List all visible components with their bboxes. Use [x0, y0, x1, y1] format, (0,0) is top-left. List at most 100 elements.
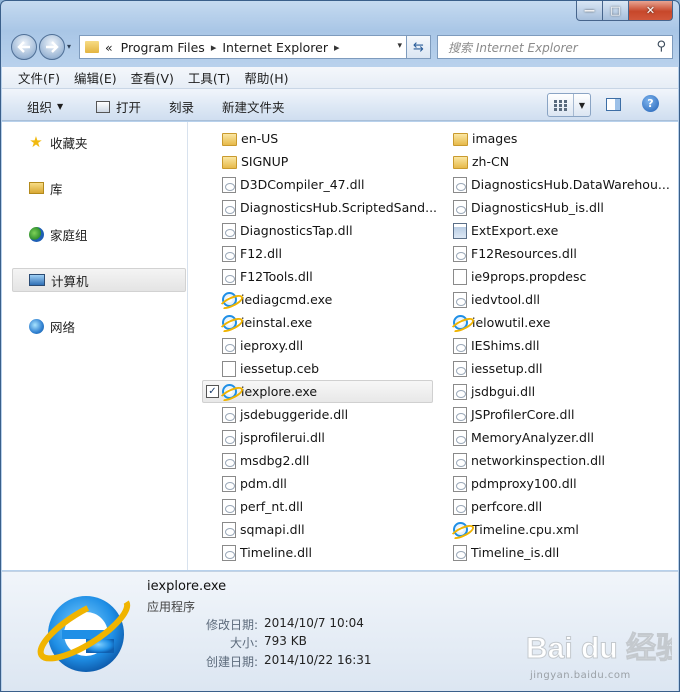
breadcrumb-internet-explorer[interactable]: Internet Explorer [222, 40, 328, 55]
file-item[interactable]: SIGNUP [222, 150, 430, 173]
file-item[interactable]: en-US [222, 127, 430, 150]
file-item[interactable]: DiagnosticsTap.dll [222, 219, 430, 242]
file-item[interactable]: DiagnosticsHub.ScriptedSand... [222, 196, 437, 219]
file-item[interactable]: iessetup.ceb [222, 357, 430, 380]
file-item[interactable]: F12Tools.dll [222, 265, 430, 288]
exe-file-icon [453, 222, 467, 239]
file-item[interactable]: iedvtool.dll [453, 288, 661, 311]
file-item[interactable]: Timeline.cpu.xml [453, 518, 661, 541]
refresh-button[interactable]: ⇆ [407, 35, 431, 59]
file-item[interactable]: F12.dll [222, 242, 430, 265]
selection-checkbox[interactable]: ✓ [206, 385, 219, 398]
file-item[interactable]: ieinstal.exe [222, 311, 430, 334]
detail-modified: 修改日期: 2014/10/7 10:04 [202, 616, 364, 633]
file-item[interactable]: perf_nt.dll [222, 495, 430, 518]
file-list: en-US SIGNUP D3DCompiler_47.dll Diagnostics… [189, 122, 678, 570]
file-item[interactable]: DiagnosticsHub.DataWarehou... [453, 173, 670, 196]
refresh-icon: ⇆ [413, 39, 424, 55]
sidebar-item-homegroup[interactable]: 家庭组 [12, 222, 186, 246]
new-folder-button[interactable]: 新建文件夹 [222, 97, 285, 116]
search-placeholder: 搜索 Internet Explorer [448, 40, 578, 55]
menu-file[interactable]: 文件(F) [18, 68, 60, 87]
selected-file-name: iexplore.exe [147, 579, 227, 594]
network-icon [28, 318, 44, 334]
help-icon[interactable]: ? [642, 95, 659, 112]
file-item[interactable]: pdm.dll [222, 472, 430, 495]
file-name: perfcore.dll [471, 499, 543, 514]
caption-buttons: — □ ✕ [576, 1, 673, 21]
menu-view[interactable]: 查看(V) [131, 68, 174, 87]
file-item[interactable]: D3DCompiler_47.dll [222, 173, 430, 196]
file-item[interactable]: msdbg2.dll [222, 449, 430, 472]
minimize-button[interactable]: — [576, 1, 603, 21]
sidebar-item-favorites[interactable]: ★ 收藏夹 [12, 130, 186, 154]
file-item[interactable]: networkinspection.dll [453, 449, 661, 472]
file-item[interactable]: ExtExport.exe [453, 219, 661, 242]
dll-file-icon [453, 498, 467, 515]
size-value: 793 KB [264, 634, 307, 648]
close-icon: ✕ [645, 4, 656, 17]
address-dropdown-icon[interactable]: ▾ [397, 41, 402, 51]
file-item[interactable]: jsprofilerui.dll [222, 426, 430, 449]
search-icon[interactable]: ⚲ [656, 39, 666, 54]
address-overflow[interactable]: « [105, 40, 113, 55]
view-grid-icon [548, 94, 574, 116]
file-item[interactable]: IEShims.dll [453, 334, 661, 357]
file-item[interactable]: DiagnosticsHub_is.dll [453, 196, 661, 219]
file-item[interactable]: iessetup.dll [453, 357, 661, 380]
breadcrumb-separator-icon[interactable]: ▸ [334, 41, 340, 54]
sidebar-item-computer[interactable]: 计算机 [12, 268, 186, 292]
file-item[interactable]: perfcore.dll [453, 495, 661, 518]
file-column-left: en-US SIGNUP D3DCompiler_47.dll Diagnostics… [202, 127, 437, 564]
file-item[interactable]: zh-CN [453, 150, 661, 173]
file-item[interactable]: Timeline_is.dll [453, 541, 661, 564]
breadcrumb-separator-icon[interactable]: ▸ [211, 41, 217, 54]
file-item[interactable]: F12Resources.dll [453, 242, 661, 265]
view-options-dropdown[interactable]: ▼ [574, 101, 590, 110]
address-bar[interactable]: « Program Files ▸ Internet Explorer ▸ ▾ [79, 35, 407, 59]
dll-file-icon [222, 429, 236, 446]
homegroup-icon [28, 226, 44, 242]
sidebar-item-network[interactable]: 网络 [12, 314, 186, 338]
dll-file-icon [453, 452, 467, 469]
menu-help[interactable]: 帮助(H) [244, 68, 288, 87]
search-input[interactable]: 搜索 Internet Explorer ⚲ [437, 35, 673, 59]
dll-file-icon [453, 360, 467, 377]
preview-pane-icon[interactable] [606, 98, 621, 111]
menu-tools[interactable]: 工具(T) [188, 68, 230, 87]
file-item[interactable]: jsdebuggeride.dll [222, 403, 430, 426]
file-item[interactable]: ieproxy.dll [222, 334, 430, 357]
breadcrumb-program-files[interactable]: Program Files [121, 40, 205, 55]
burn-button[interactable]: 刻录 [169, 97, 194, 116]
sidebar-item-libraries[interactable]: 库 [12, 176, 186, 200]
back-button[interactable] [11, 34, 37, 60]
file-item[interactable]: pdmproxy100.dll [453, 472, 661, 495]
file-name: JSProfilerCore.dll [471, 407, 575, 422]
file-item[interactable]: jsdbgui.dll [453, 380, 661, 403]
modified-label: 修改日期: [205, 618, 258, 632]
close-button[interactable]: ✕ [629, 1, 673, 21]
maximize-button[interactable]: □ [603, 1, 629, 21]
dll-file-icon [222, 268, 236, 285]
file-item[interactable]: ie9props.propdesc [453, 265, 661, 288]
file-item[interactable]: MemoryAnalyzer.dll [453, 426, 661, 449]
open-button[interactable]: 打开 [96, 97, 141, 116]
organize-button[interactable]: 组织 ▼ [27, 97, 63, 116]
internet-explorer-icon [222, 384, 237, 399]
file-item[interactable]: ielowutil.exe [453, 311, 661, 334]
file-item[interactable]: JSProfilerCore.dll [453, 403, 661, 426]
file-item[interactable]: iediagcmd.exe [222, 288, 430, 311]
internet-explorer-icon [222, 292, 237, 307]
file-item[interactable]: images [453, 127, 661, 150]
file-item[interactable]: sqmapi.dll [222, 518, 430, 541]
sidebar-item-label: 库 [50, 181, 63, 197]
file-item[interactable]: ✓ iexplore.exe [202, 380, 433, 403]
file-item[interactable]: Timeline.dll [222, 541, 430, 564]
recent-pages-dropdown[interactable]: ▾ [67, 42, 71, 51]
forward-button[interactable] [39, 34, 65, 60]
dll-file-icon [453, 383, 467, 400]
menu-edit[interactable]: 编辑(E) [74, 68, 117, 87]
sidebar-item-label: 家庭组 [50, 227, 88, 243]
watermark-text: Bai du 经验 [526, 631, 672, 665]
change-view-button[interactable]: ▼ [547, 93, 591, 117]
